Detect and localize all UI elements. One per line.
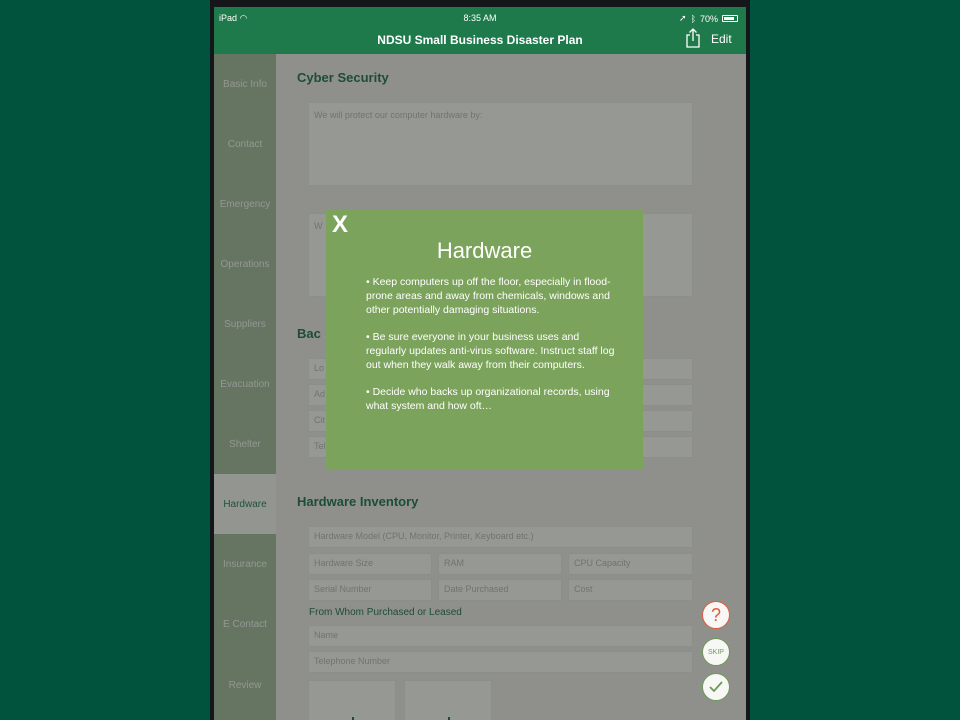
help-button[interactable]: ?: [702, 601, 730, 629]
battery-icon: [722, 15, 738, 22]
share-icon[interactable]: [685, 28, 701, 48]
location-icon: ➚: [679, 13, 687, 23]
close-button[interactable]: X: [332, 211, 348, 239]
hardware-tips-popup: X Hardware • Keep computers up off the f…: [326, 210, 643, 470]
app-screen: iPad ◠ 8:35 AM ➚ ᛒ 70% NDSU Small Busine…: [214, 7, 746, 720]
popup-title: Hardware: [436, 238, 533, 263]
ipad-frame: iPad ◠ 8:35 AM ➚ ᛒ 70% NDSU Small Busine…: [210, 0, 750, 720]
edit-button[interactable]: Edit: [711, 32, 732, 46]
bluetooth-icon: ᛒ: [690, 13, 696, 24]
tip-item: • Keep computers up off the floor, espec…: [366, 276, 611, 316]
page-title: NDSU Small Business Disaster Plan: [377, 33, 583, 47]
navigation-bar: iPad ◠ 8:35 AM ➚ ᛒ 70% NDSU Small Busine…: [214, 7, 746, 54]
status-right: ➚ ᛒ 70%: [679, 13, 738, 24]
skip-button[interactable]: SKIP: [702, 638, 730, 666]
done-button[interactable]: [702, 673, 730, 701]
checkmark-icon: [709, 681, 723, 693]
popup-body: • Keep computers up off the floor, espec…: [366, 276, 616, 428]
tip-item: • Decide who backs up organizational rec…: [366, 386, 610, 413]
status-time: 8:35 AM: [463, 13, 497, 23]
battery-percent: 70%: [699, 13, 718, 24]
tip-item: • Be sure everyone in your business uses…: [366, 331, 615, 371]
